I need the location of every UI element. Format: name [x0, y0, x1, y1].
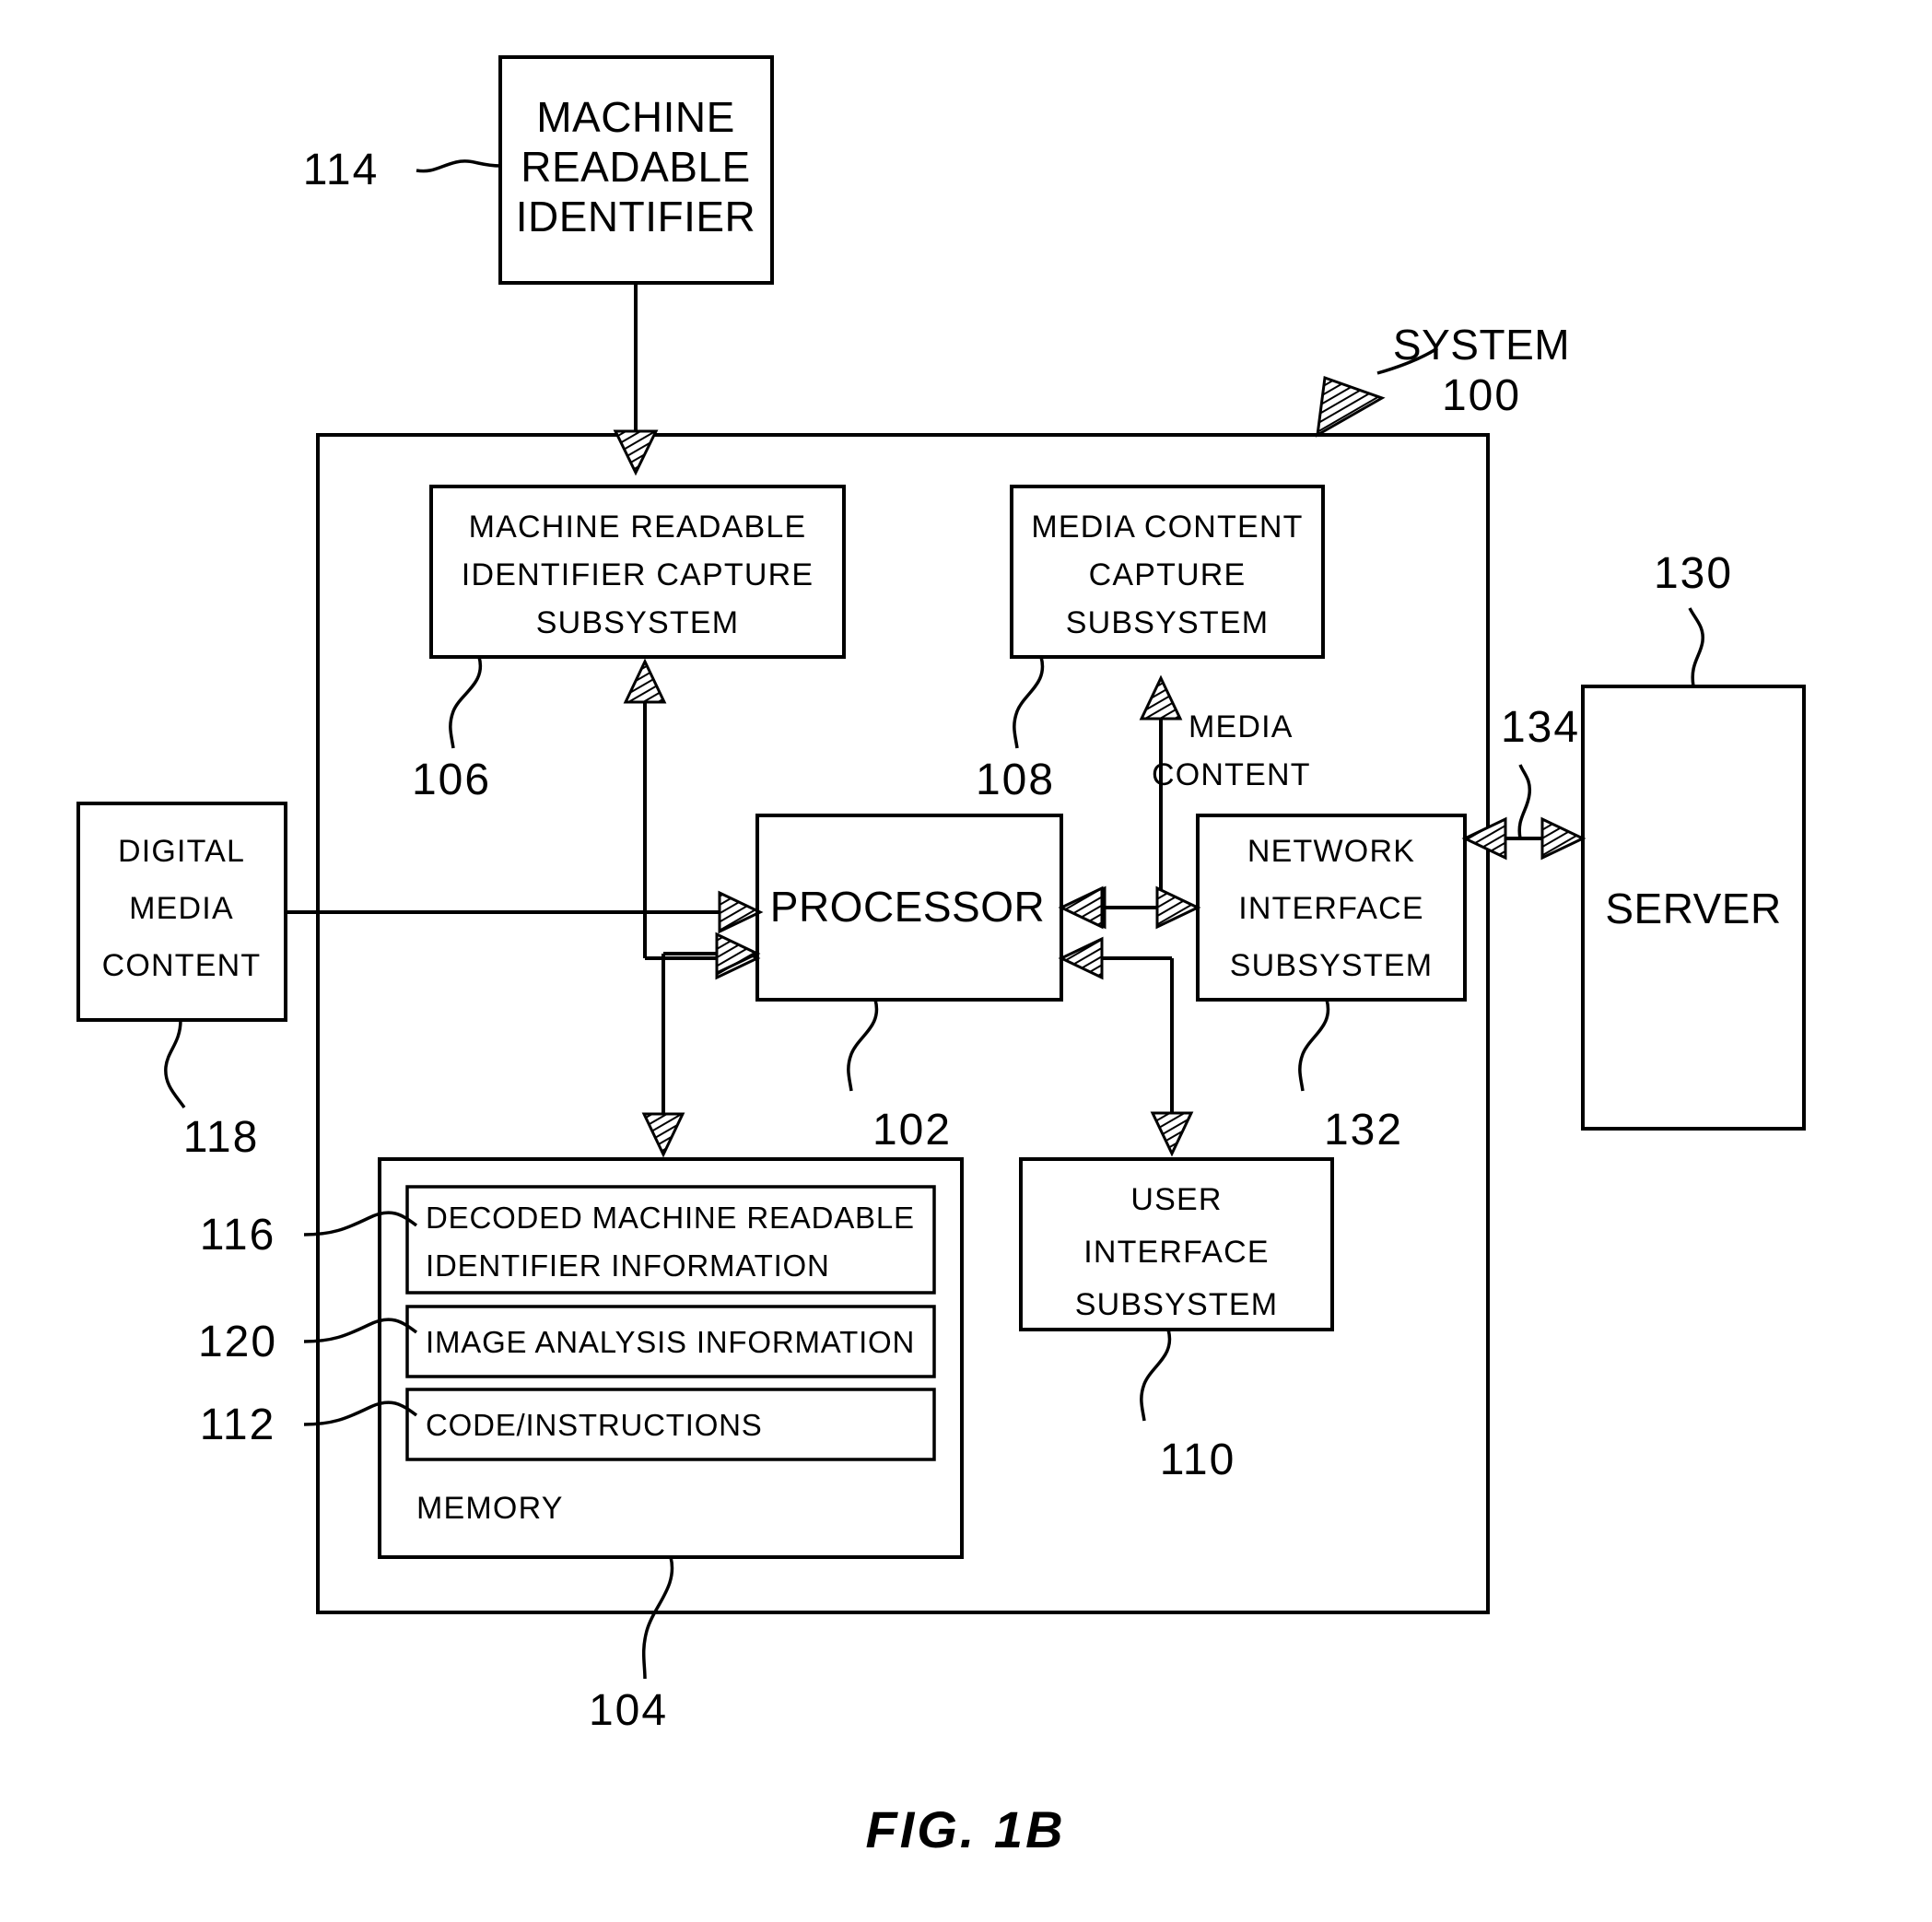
ref-104-label: 104 [589, 1686, 668, 1735]
ref-130-leader [1688, 607, 1704, 687]
network-interface-line-3: SUBSYSTEM [1230, 948, 1434, 983]
system-label: SYSTEM [1393, 321, 1570, 369]
ref-118-label: 118 [183, 1113, 260, 1162]
arrowhead [1150, 1111, 1194, 1157]
ref-102-label: 102 [872, 1106, 952, 1154]
mri-capture-line-2: IDENTIFIER CAPTURE [462, 557, 814, 592]
ref-110-label: 110 [1160, 1436, 1236, 1484]
image-analysis-label: IMAGE ANALYSIS INFORMATION [426, 1325, 915, 1359]
arrowhead [1155, 885, 1201, 930]
system-number: 100 [1442, 371, 1521, 420]
ref-114-leader [416, 159, 501, 173]
code-instructions-label: CODE/INSTRUCTIONS [426, 1408, 763, 1442]
ref-118-leader [164, 1019, 186, 1108]
network-interface-line-1: NETWORK [1247, 834, 1415, 869]
ref-120-leader [303, 1318, 418, 1343]
memory-label: MEMORY [416, 1491, 564, 1526]
processor-label: PROCESSOR [770, 883, 1045, 931]
digital-media-line-2: MEDIA [129, 891, 234, 926]
arrowhead [613, 429, 659, 476]
ref-112-leader [303, 1400, 418, 1426]
arrowhead [1058, 936, 1104, 980]
ref-132-label: 132 [1324, 1106, 1403, 1154]
ref-102-leader [847, 999, 879, 1092]
mri-capture-line-1: MACHINE READABLE [469, 510, 807, 545]
decoded-mri-line-1: DECODED MACHINE READABLE [426, 1201, 915, 1235]
mri-box-line-2: READABLE [521, 143, 750, 191]
ref-114-label: 114 [303, 146, 380, 194]
ref-112-label: 112 [200, 1400, 276, 1449]
ref-108-label: 108 [976, 756, 1055, 804]
arrowhead [1540, 816, 1587, 861]
media-content-edge-line-2: CONTENT [1152, 757, 1311, 792]
ref-116-label: 116 [200, 1211, 276, 1260]
ref-134-label: 134 [1501, 703, 1580, 752]
media-capture-line-2: CAPTURE [1089, 557, 1247, 592]
edge-processor-memory [662, 952, 757, 1133]
arrowhead [1058, 885, 1104, 930]
ref-106-leader [449, 656, 483, 749]
ref-104-leader [641, 1556, 674, 1680]
ref-132-leader [1298, 999, 1330, 1092]
user-interface-line-3: SUBSYSTEM [1075, 1287, 1279, 1322]
media-capture-line-1: MEDIA CONTENT [1031, 510, 1303, 545]
ref-130-label: 130 [1654, 549, 1733, 598]
system-pointer-arrowhead [1316, 375, 1386, 438]
ref-134-leader [1517, 764, 1532, 839]
network-interface-line-2: INTERFACE [1238, 891, 1424, 926]
server-label: SERVER [1605, 885, 1781, 932]
ref-120-label: 120 [198, 1318, 277, 1366]
mri-box-line-3: IDENTIFIER [516, 193, 756, 240]
patent-figure-1b: 114 MACHINE READABLE IDENTIFIER SYSTEM 1… [0, 0, 1932, 1922]
decoded-mri-line-2: IDENTIFIER INFORMATION [426, 1248, 830, 1283]
arrowhead [1139, 674, 1183, 721]
mri-box-line-1: MACHINE [536, 93, 735, 141]
ref-116-leader [303, 1211, 418, 1236]
media-capture-line-3: SUBSYSTEM [1066, 605, 1270, 640]
arrowhead [718, 890, 764, 934]
ref-110-leader [1140, 1329, 1172, 1422]
ref-106-label: 106 [412, 756, 491, 804]
digital-media-line-1: DIGITAL [118, 834, 245, 869]
digital-media-line-3: CONTENT [102, 948, 262, 983]
user-interface-line-1: USER [1130, 1182, 1222, 1217]
user-interface-line-2: INTERFACE [1083, 1235, 1270, 1270]
mri-capture-line-3: SUBSYSTEM [536, 605, 740, 640]
figure-caption: FIG. 1B [865, 1800, 1065, 1858]
arrowhead [623, 658, 667, 704]
arrowhead [641, 1112, 685, 1158]
media-content-edge-line-1: MEDIA [1188, 709, 1294, 744]
arrowhead [1461, 816, 1507, 861]
ref-108-leader [1013, 656, 1045, 749]
